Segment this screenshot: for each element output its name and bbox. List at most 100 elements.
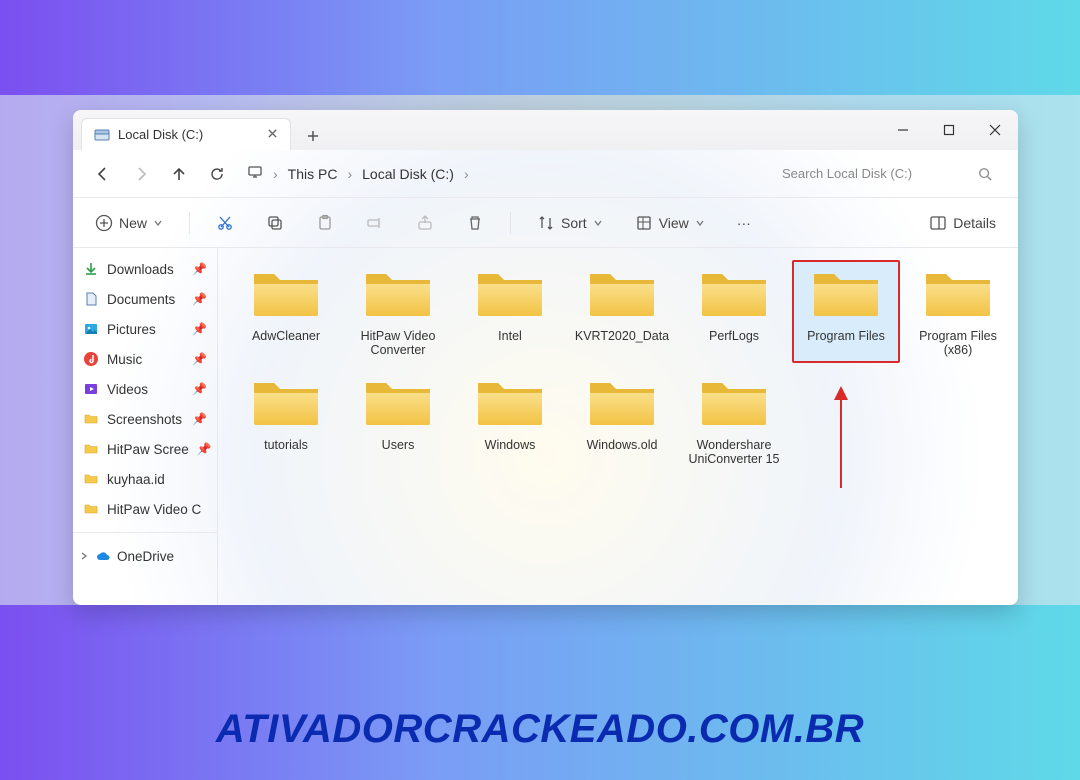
drive-icon — [94, 127, 110, 143]
sidebar-item-label: HitPaw Video C — [107, 502, 201, 517]
sidebar-item-downloads[interactable]: Downloads 📌 — [73, 254, 217, 284]
window-body: Downloads📌Documents📌Pictures📌Music📌Video… — [73, 248, 1018, 605]
chevron-down-icon — [695, 215, 705, 231]
folder-item[interactable]: Program Files — [792, 260, 900, 363]
paste-button[interactable] — [310, 210, 340, 236]
forward-button[interactable] — [127, 160, 155, 188]
scissors-icon — [216, 214, 234, 232]
new-button[interactable]: New — [89, 210, 169, 236]
folder-icon — [362, 264, 434, 329]
sidebar: Downloads📌Documents📌Pictures📌Music📌Video… — [73, 248, 218, 605]
trash-icon — [466, 214, 484, 232]
folder-item[interactable]: Windows — [456, 369, 564, 472]
document-icon — [83, 291, 99, 307]
folder-item[interactable]: Program Files (x86) — [904, 260, 1012, 363]
pin-icon: 📌 — [192, 352, 207, 366]
folder-item[interactable]: AdwCleaner — [232, 260, 340, 363]
sidebar-item-label: HitPaw Scree — [107, 442, 189, 457]
back-button[interactable] — [89, 160, 117, 188]
breadcrumb[interactable]: › This PC › Local Disk (C:) › — [247, 164, 762, 183]
folder-item[interactable]: KVRT2020_Data — [568, 260, 676, 363]
folder-label: HitPaw Video Converter — [346, 329, 450, 357]
window-controls — [880, 110, 1018, 150]
folder-icon — [83, 441, 99, 457]
toolbar-separator — [510, 212, 511, 234]
sidebar-item-pictures[interactable]: Pictures📌 — [73, 314, 217, 344]
folder-label: Windows.old — [587, 438, 658, 452]
folder-label: Wondershare UniConverter 15 — [682, 438, 786, 466]
up-button[interactable] — [165, 160, 193, 188]
sidebar-item-label: Music — [107, 352, 142, 367]
window-tab[interactable]: Local Disk (C:) — [81, 118, 291, 150]
sidebar-item-label: Downloads — [107, 262, 174, 277]
folder-label: Users — [382, 438, 415, 452]
rename-icon — [366, 214, 384, 232]
chevron-right-icon: › — [273, 166, 278, 182]
ellipsis-icon: ··· — [737, 215, 751, 231]
close-window-button[interactable] — [972, 110, 1018, 150]
chevron-down-icon — [593, 215, 603, 231]
sidebar-item-videos[interactable]: Videos 📌 — [73, 374, 217, 404]
crumb-this-pc[interactable]: This PC — [288, 166, 338, 182]
sidebar-item-documents[interactable]: Documents📌 — [73, 284, 217, 314]
pin-icon: 📌 — [192, 382, 207, 396]
folder-label: KVRT2020_Data — [575, 329, 669, 343]
folder-item[interactable]: Wondershare UniConverter 15 — [680, 369, 788, 472]
folder-item[interactable]: HitPaw Video Converter — [344, 260, 452, 363]
folder-item[interactable]: tutorials — [232, 369, 340, 472]
annotation-arrow-line — [840, 398, 842, 488]
sidebar-item-hitpaw-scree[interactable]: HitPaw Scree📌 — [73, 434, 217, 464]
onedrive-label: OneDrive — [117, 549, 174, 564]
refresh-button[interactable] — [203, 160, 231, 188]
search-input[interactable]: Search Local Disk (C:) — [772, 158, 1002, 190]
cut-button[interactable] — [210, 210, 240, 236]
folder-item[interactable]: Windows.old — [568, 369, 676, 472]
delete-button[interactable] — [460, 210, 490, 236]
search-icon — [978, 167, 992, 181]
minimize-button[interactable] — [880, 110, 926, 150]
rename-button[interactable] — [360, 210, 390, 236]
crumb-local-disk[interactable]: Local Disk (C:) — [362, 166, 454, 182]
details-label: Details — [953, 215, 996, 231]
titlebar: Local Disk (C:) — [73, 110, 1018, 150]
folder-icon — [250, 264, 322, 329]
sidebar-item-label: Pictures — [107, 322, 156, 337]
view-icon — [635, 214, 653, 232]
sort-label: Sort — [561, 215, 587, 231]
view-label: View — [659, 215, 689, 231]
paste-icon — [316, 214, 334, 232]
chevron-down-icon — [153, 215, 163, 231]
sidebar-item-hitpaw-video-c[interactable]: HitPaw Video C — [73, 494, 217, 524]
sidebar-item-label: Videos — [107, 382, 148, 397]
pin-icon: 📌 — [192, 292, 207, 306]
sort-button[interactable]: Sort — [531, 210, 609, 236]
copy-button[interactable] — [260, 210, 290, 236]
folder-label: Windows — [485, 438, 536, 452]
folder-content[interactable]: AdwCleanerHitPaw Video ConverterIntel KVR… — [218, 248, 1018, 605]
folder-icon — [474, 264, 546, 329]
more-button[interactable]: ··· — [731, 211, 757, 235]
sidebar-onedrive[interactable]: OneDrive — [73, 541, 217, 571]
maximize-button[interactable] — [926, 110, 972, 150]
sidebar-item-screenshots[interactable]: Screenshots📌 — [73, 404, 217, 434]
folder-item[interactable]: Intel — [456, 260, 564, 363]
address-bar: › This PC › Local Disk (C:) › Search Loc… — [73, 150, 1018, 198]
pin-icon: 📌 — [192, 262, 207, 276]
folder-icon — [250, 373, 322, 438]
explorer-window: Local Disk (C:) › This PC › Local Disk (… — [73, 110, 1018, 605]
folder-label: Program Files (x86) — [906, 329, 1010, 357]
sidebar-item-kuyhaa-id[interactable]: kuyhaa.id — [73, 464, 217, 494]
close-tab-icon[interactable] — [267, 127, 278, 142]
chevron-right-icon: › — [464, 166, 469, 182]
new-tab-button[interactable] — [299, 122, 327, 150]
folder-icon — [474, 373, 546, 438]
details-button[interactable]: Details — [923, 210, 1002, 236]
folder-icon — [586, 264, 658, 329]
sidebar-item-music[interactable]: Music 📌 — [73, 344, 217, 374]
folder-item[interactable]: PerfLogs — [680, 260, 788, 363]
folder-icon — [83, 501, 99, 517]
view-button[interactable]: View — [629, 210, 711, 236]
share-button[interactable] — [410, 210, 440, 236]
folder-item[interactable]: Users — [344, 369, 452, 472]
pin-icon: 📌 — [192, 412, 207, 426]
